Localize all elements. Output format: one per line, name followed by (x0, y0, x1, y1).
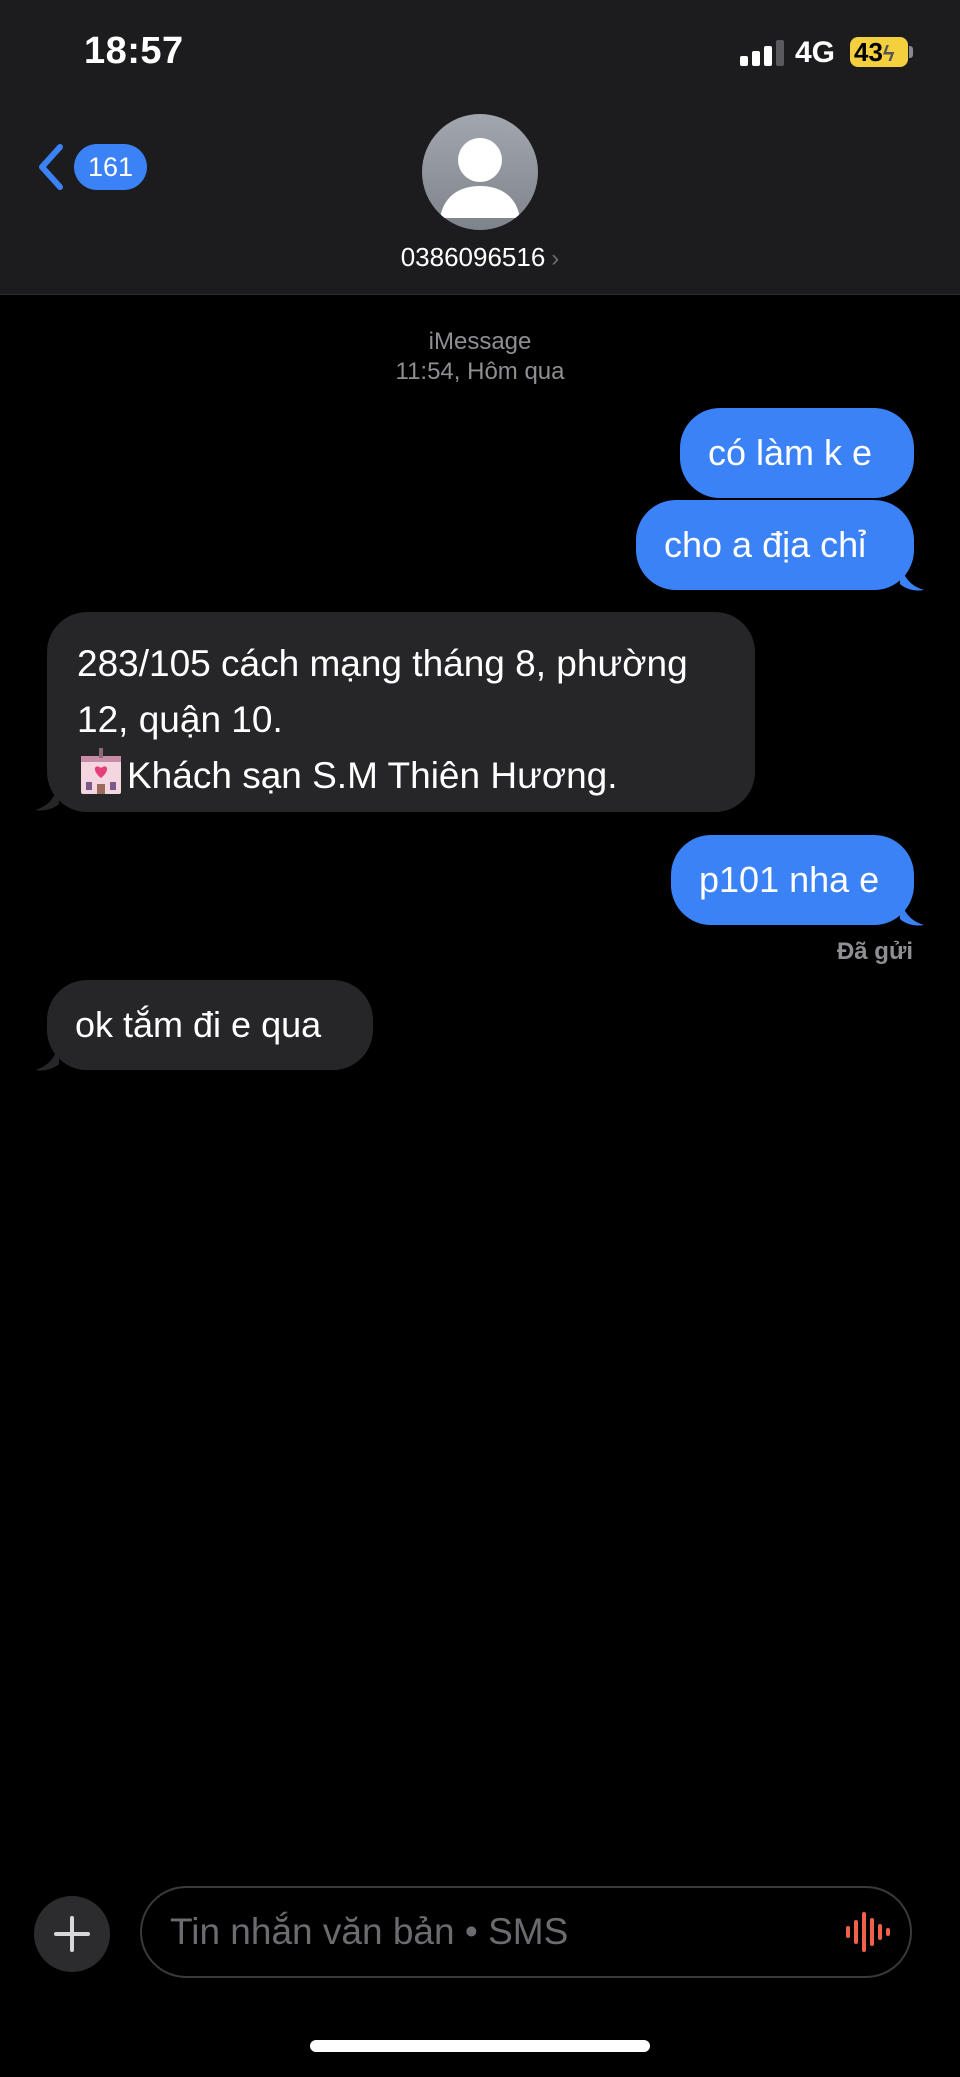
message-text: ok tắm đi e qua (75, 1004, 322, 1045)
battery-icon: 43ϟ (850, 37, 908, 67)
outgoing-bubble-tail (900, 560, 924, 591)
contact-avatar[interactable] (422, 114, 538, 230)
message-text: p101 nha e (699, 859, 880, 900)
outgoing-message[interactable]: có làm k e (680, 408, 914, 498)
signal-bar (752, 51, 760, 66)
signal-bar (776, 40, 784, 66)
love-hotel-icon (81, 748, 121, 794)
messages-screen: 18:57 4G 43ϟ 161 0386096516 › iMessage 1… (0, 0, 960, 2077)
incoming-message[interactable]: 283/105 cách mạng tháng 8, phường 12, qu… (47, 612, 755, 812)
chevron-left-icon (39, 144, 63, 190)
network-type: 4G (795, 36, 836, 69)
message-text: Khách sạn S.M Thiên Hương. (127, 755, 618, 796)
waveform-icon[interactable] (842, 1908, 892, 1956)
delivery-status: Đã gửi (836, 938, 913, 965)
message-line: 12, quận 10. (77, 699, 283, 740)
signal-bar (764, 46, 772, 66)
battery-cap (909, 46, 913, 58)
outgoing-message[interactable]: p101 nha e (671, 835, 914, 925)
contact-name[interactable]: 0386096516 › (0, 242, 960, 273)
plus-icon (54, 1916, 90, 1952)
battery-level: 43 (854, 37, 883, 67)
contact-number: 0386096516 (400, 242, 546, 272)
cellular-signal-icon (740, 40, 784, 66)
incoming-bubble-tail (35, 1040, 59, 1071)
apps-plus-button[interactable] (34, 1896, 110, 1972)
conversation-header: 18:57 4G 43ϟ 161 0386096516 › (0, 0, 960, 295)
chevron-right-icon: › (551, 245, 560, 272)
back-button[interactable]: 161 (36, 140, 156, 194)
incoming-bubble-tail (35, 780, 59, 811)
service-label: iMessage (428, 328, 532, 355)
thread-timestamp: 11:54, Hôm qua (395, 358, 565, 385)
outgoing-bubble-tail (900, 895, 924, 926)
message-text: có làm k e (708, 432, 873, 473)
incoming-message[interactable]: ok tắm đi e qua (47, 980, 373, 1070)
unread-count-badge: 161 (74, 144, 148, 190)
signal-bar (740, 56, 748, 66)
person-silhouette-icon (440, 138, 520, 218)
message-line: 283/105 cách mạng tháng 8, phường (77, 643, 688, 684)
home-indicator[interactable] (310, 2040, 650, 2052)
message-text: cho a địa chỉ (664, 524, 867, 565)
message-input[interactable] (170, 1888, 810, 1976)
charging-bolt-icon: ϟ (882, 41, 895, 66)
message-input-field[interactable] (140, 1886, 912, 1978)
status-time: 18:57 (84, 30, 184, 72)
outgoing-message[interactable]: cho a địa chỉ (636, 500, 914, 590)
message-line-with-emoji: Khách sạn S.M Thiên Hương. (77, 748, 725, 804)
